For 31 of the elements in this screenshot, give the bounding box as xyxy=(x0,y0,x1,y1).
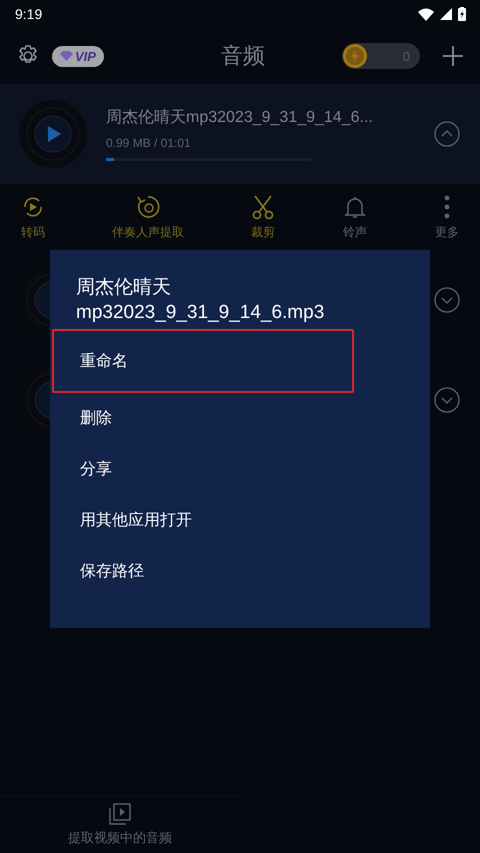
menu-item[interactable]: 保存路径 xyxy=(52,546,354,598)
extract-audio-tab[interactable]: 提取视频中的音频 xyxy=(68,829,172,847)
battery-icon xyxy=(458,7,466,21)
vocal-extract-icon[interactable] xyxy=(135,194,161,220)
video-icon[interactable] xyxy=(109,803,131,825)
signal-icon xyxy=(440,8,452,20)
diamond-icon xyxy=(60,51,73,61)
action-label[interactable]: 更多 xyxy=(435,224,459,240)
menu-item[interactable]: 用其他应用打开 xyxy=(52,495,354,546)
action-label[interactable]: 转码 xyxy=(21,224,45,240)
vip-label: VIP xyxy=(75,48,96,64)
expand-icon[interactable] xyxy=(434,287,460,313)
expand-icon[interactable] xyxy=(434,387,460,413)
dialog-title: 周杰伦晴天mp32023_9_31_9_14_6.mp3 xyxy=(75,276,326,325)
track-name: 周杰伦晴天mp32023_9_31_9_14_6... xyxy=(106,108,374,128)
action-label[interactable]: 伴奏人声提取 xyxy=(112,224,184,240)
scissors-icon[interactable] xyxy=(250,194,276,220)
menu-item[interactable]: 删除 xyxy=(52,393,354,444)
status-time: 9:19 xyxy=(15,6,42,22)
action-label[interactable]: 铃声 xyxy=(343,224,367,240)
vinyl-disc-icon[interactable] xyxy=(18,99,88,169)
add-icon[interactable] xyxy=(442,45,464,67)
lightning-coin-icon xyxy=(342,43,368,69)
collapse-icon[interactable] xyxy=(434,121,460,147)
wifi-icon xyxy=(418,8,434,20)
menu-item[interactable]: 分享 xyxy=(52,444,354,496)
menu-item[interactable]: 重命名 xyxy=(52,329,354,394)
page-title: 音频 xyxy=(220,43,266,71)
vip-badge[interactable]: VIP xyxy=(52,46,104,66)
track-size-duration: 0.99 MB / 01:01 xyxy=(106,136,192,150)
action-label[interactable]: 裁剪 xyxy=(251,224,275,240)
